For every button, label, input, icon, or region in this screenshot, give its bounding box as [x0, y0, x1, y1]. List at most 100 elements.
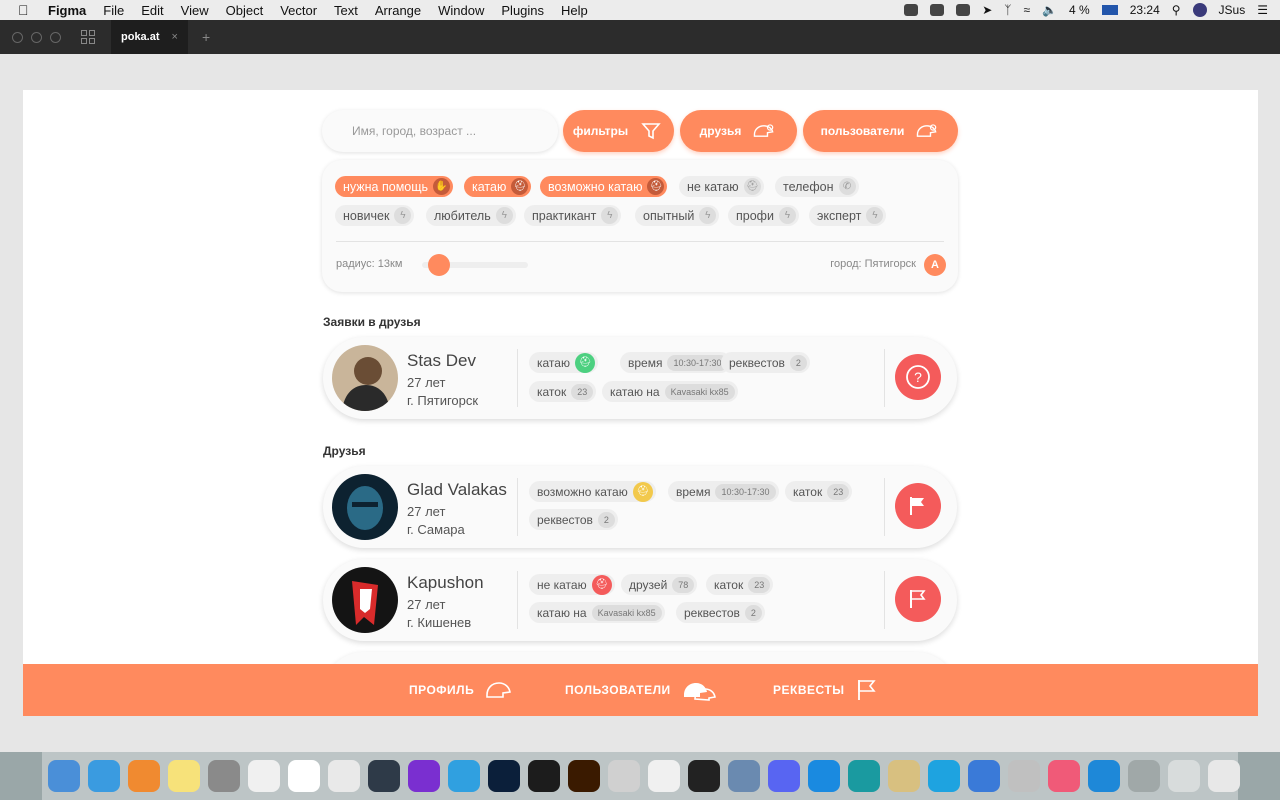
- spotlight-icon[interactable]: ⚲: [1172, 3, 1181, 17]
- apple-icon[interactable]: : [18, 2, 34, 18]
- menu-help[interactable]: Help: [561, 3, 588, 18]
- downloads-icon[interactable]: [1168, 760, 1200, 792]
- chip-level-newbie[interactable]: новичек ϟ: [335, 205, 415, 226]
- wifi-icon[interactable]: ≈: [1023, 3, 1030, 17]
- user-name[interactable]: Glad Valakas: [407, 480, 507, 500]
- menu-vector[interactable]: Vector: [280, 3, 317, 18]
- friends-button[interactable]: друзья: [680, 110, 797, 152]
- menu-view[interactable]: View: [181, 3, 209, 18]
- zoom-window-button[interactable]: [50, 31, 61, 43]
- chip-level-pro[interactable]: профи ϟ: [728, 205, 799, 226]
- system-preferences-icon[interactable]: [208, 760, 240, 792]
- menu-file[interactable]: File: [103, 3, 124, 18]
- minimize-window-button[interactable]: [31, 31, 42, 43]
- user-name[interactable]: Stas Dev: [407, 351, 476, 371]
- lightning-icon: ϟ: [778, 207, 796, 224]
- close-tab-icon[interactable]: ×: [172, 31, 178, 43]
- user-avatar-icon[interactable]: [1192, 3, 1207, 17]
- trash-icon[interactable]: [1208, 760, 1240, 792]
- question-button[interactable]: ?: [895, 354, 941, 400]
- telegram-tray-icon[interactable]: ➤: [982, 3, 992, 17]
- tray-app-icon[interactable]: [956, 4, 971, 16]
- xcode-icon[interactable]: [968, 760, 1000, 792]
- arduino-icon[interactable]: [848, 760, 880, 792]
- safari-icon[interactable]: [88, 760, 120, 792]
- user-age: 27 лет: [407, 504, 446, 519]
- helmets-icon: [917, 124, 937, 137]
- illustrator-icon[interactable]: [568, 760, 600, 792]
- volume-icon[interactable]: 🔈: [1042, 3, 1057, 17]
- battery-percent[interactable]: 4 %: [1069, 3, 1090, 17]
- itunes-icon[interactable]: [1048, 760, 1080, 792]
- ibooks-icon[interactable]: [128, 760, 160, 792]
- notes-icon[interactable]: [168, 760, 200, 792]
- menu-edit[interactable]: Edit: [141, 3, 163, 18]
- flag-icon[interactable]: [1101, 5, 1118, 15]
- chip-not-riding[interactable]: не катаю ⛑: [679, 176, 764, 197]
- avatar: [332, 567, 398, 633]
- figma-icon[interactable]: [688, 760, 720, 792]
- user-name[interactable]: Kapushon: [407, 573, 484, 593]
- menu-window[interactable]: Window: [438, 3, 484, 18]
- vscode-icon[interactable]: [1088, 760, 1120, 792]
- chip-level-practitioner[interactable]: практикант ϟ: [524, 205, 622, 226]
- notification-center-icon[interactable]: ☰: [1257, 3, 1268, 17]
- user-name[interactable]: JSus: [1219, 3, 1246, 17]
- location-icon[interactable]: A: [924, 254, 946, 276]
- chip-riding[interactable]: катаю ⛑: [464, 176, 532, 197]
- tray-app-icon[interactable]: [904, 4, 919, 16]
- flag-button[interactable]: [895, 576, 941, 622]
- chip-need-help[interactable]: нужна помощь ✋: [335, 176, 454, 197]
- telegram-icon[interactable]: [448, 760, 480, 792]
- chip-label: новичек: [343, 208, 390, 223]
- virtualbox-icon[interactable]: [728, 760, 760, 792]
- discord-icon[interactable]: [768, 760, 800, 792]
- chip-level-expert[interactable]: эксперт ϟ: [809, 205, 887, 226]
- users-button[interactable]: пользователи: [803, 110, 958, 152]
- chip-level-amateur[interactable]: любитель ϟ: [426, 205, 516, 226]
- skype-icon[interactable]: [928, 760, 960, 792]
- clock[interactable]: 23:24: [1130, 3, 1160, 17]
- flag-button[interactable]: [895, 483, 941, 529]
- script-icon[interactable]: [1008, 760, 1040, 792]
- filters-button[interactable]: фильтры: [563, 110, 674, 152]
- file-tab[interactable]: poka.at ×: [111, 20, 188, 54]
- grid-icon[interactable]: [81, 30, 95, 44]
- font-icon[interactable]: [1128, 760, 1160, 792]
- nav-requests[interactable]: РЕКВЕСТЫ: [773, 664, 880, 716]
- chip-maybe-riding[interactable]: возможно катаю ⛑: [540, 176, 668, 197]
- menu-object[interactable]: Object: [226, 3, 264, 18]
- atom-icon[interactable]: [368, 760, 400, 792]
- teamviewer-icon[interactable]: [808, 760, 840, 792]
- utility-icon[interactable]: [608, 760, 640, 792]
- podcast-icon[interactable]: [408, 760, 440, 792]
- nav-users[interactable]: ПОЛЬЗОВАТЕЛИ: [565, 664, 719, 716]
- menu-plugins[interactable]: Plugins: [501, 3, 544, 18]
- finder-icon[interactable]: [48, 760, 80, 792]
- tray-app-icon[interactable]: [930, 4, 945, 16]
- tag-time: время 10:30-17:30: [668, 481, 779, 502]
- close-window-button[interactable]: [12, 31, 23, 43]
- bluetooth-icon[interactable]: ᛉ: [1004, 3, 1011, 17]
- chrome-icon[interactable]: [328, 760, 360, 792]
- friend-card[interactable]: Kapushon 27 лет г. Кишенев не катаю ⛑ дру…: [323, 559, 957, 641]
- friend-request-card[interactable]: Stas Dev 27 лет г. Пятигорск катаю ⛑ врем…: [323, 337, 957, 419]
- friend-card[interactable]: Glad Valakas 27 лет г. Самара возможно к…: [323, 466, 957, 548]
- terminal-icon[interactable]: [528, 760, 560, 792]
- new-tab-icon[interactable]: +: [202, 29, 210, 45]
- menu-text[interactable]: Text: [334, 3, 358, 18]
- sketch-icon[interactable]: [648, 760, 680, 792]
- radius-slider-handle[interactable]: [428, 254, 450, 276]
- menu-app-figma[interactable]: Figma: [48, 3, 86, 18]
- photos-icon[interactable]: [248, 760, 280, 792]
- menu-arrange[interactable]: Arrange: [375, 3, 421, 18]
- search-input[interactable]: Имя, город, возраст ...: [322, 110, 558, 152]
- photoshop-icon[interactable]: [488, 760, 520, 792]
- chip-phone[interactable]: телефон ✆: [775, 176, 859, 197]
- tag-ride-on: катаю на Kavasaki kx85: [529, 602, 665, 623]
- nav-profile[interactable]: ПРОФИЛЬ: [409, 664, 512, 716]
- yandex-icon[interactable]: [288, 760, 320, 792]
- preview-icon[interactable]: [888, 760, 920, 792]
- chip-level-experienced[interactable]: опытный ϟ: [635, 205, 720, 226]
- chip-label: телефон: [783, 179, 834, 194]
